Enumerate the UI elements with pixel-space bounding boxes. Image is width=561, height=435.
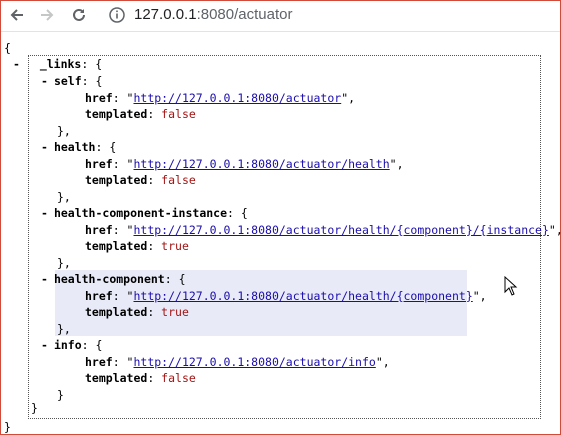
- href-link[interactable]: http://127.0.0.1:8080/actuator/info: [133, 355, 375, 369]
- info-icon[interactable]: [108, 6, 126, 24]
- collapse-toggle[interactable]: -: [41, 206, 48, 220]
- punctuation: ",: [341, 90, 356, 105]
- templated-value: false: [161, 107, 196, 121]
- reload-button[interactable]: [67, 4, 91, 26]
- punctuation: ",: [472, 288, 487, 303]
- entry-key: self: [53, 74, 82, 88]
- collapse-toggle[interactable]: -: [41, 74, 48, 88]
- punctuation: :: [147, 107, 162, 121]
- punctuation: : {: [81, 74, 103, 88]
- punctuation: : {: [95, 140, 117, 154]
- collapse-toggle[interactable]: -: [41, 272, 48, 286]
- href-link[interactable]: http://127.0.0.1:8080/actuator/health/{c…: [133, 223, 548, 237]
- punctuation: :: [147, 173, 162, 187]
- mouse-cursor-icon: [504, 276, 518, 296]
- punctuation: : ": [112, 222, 134, 237]
- templated-value: true: [161, 305, 189, 319]
- punctuation: :: [147, 305, 162, 319]
- back-button[interactable]: [5, 4, 29, 26]
- entry-key: health-component: [53, 272, 165, 286]
- templated-row: templated: false: [85, 172, 196, 188]
- forward-button[interactable]: [35, 4, 59, 26]
- entry-close-brace: },: [57, 189, 71, 204]
- templated-row: templated: true: [85, 238, 189, 254]
- templated-value: false: [161, 173, 196, 187]
- entry-key: info: [53, 338, 82, 352]
- punctuation: : {: [164, 272, 186, 286]
- url-path: :8080/actuator: [196, 6, 293, 23]
- arrow-left-icon: [10, 9, 23, 21]
- entry-close-brace: },: [57, 321, 71, 336]
- punctuation: :: [147, 239, 162, 253]
- collapse-toggle[interactable]: -: [41, 140, 48, 154]
- href-row: href: "http://127.0.0.1:8080/actuator/he…: [85, 156, 404, 172]
- href-key: href: [85, 354, 113, 369]
- links-row: - _links: {: [13, 57, 103, 71]
- punctuation: : ": [112, 90, 134, 105]
- templated-key: templated: [85, 107, 148, 121]
- templated-key: templated: [85, 371, 148, 385]
- entry-close-brace: },: [57, 255, 71, 270]
- href-row: href: "http://127.0.0.1:8080/actuator/he…: [85, 222, 561, 238]
- entry-key-row: - health-component-instance: {: [41, 205, 248, 221]
- href-key: href: [85, 156, 113, 171]
- href-key: href: [85, 222, 113, 237]
- punctuation: ",: [375, 354, 390, 369]
- templated-row: templated: false: [85, 370, 196, 386]
- templated-value: false: [161, 371, 196, 385]
- punctuation: : ": [112, 156, 134, 171]
- href-key: href: [85, 288, 113, 303]
- entry-key-row: - health-component: {: [41, 271, 186, 287]
- entry-close-brace: },: [57, 123, 71, 138]
- href-link[interactable]: http://127.0.0.1:8080/actuator: [133, 91, 341, 105]
- entry-key-row: - self: {: [41, 73, 102, 89]
- href-row: href: "http://127.0.0.1:8080/actuator/he…: [85, 288, 487, 304]
- arrow-right-icon: [41, 9, 54, 21]
- browser-toolbar: 127.0.0.1:8080/actuator: [1, 1, 560, 32]
- punctuation: : ": [112, 354, 134, 369]
- entry-key-row: - health: {: [41, 139, 116, 155]
- entry-key: health-component-instance: [53, 206, 228, 220]
- templated-key: templated: [85, 239, 148, 253]
- root-open-brace: {: [4, 41, 11, 55]
- templated-row: templated: true: [85, 304, 189, 320]
- punctuation: : {: [81, 338, 103, 352]
- root-close-brace: }: [4, 420, 11, 434]
- href-key: href: [85, 90, 113, 105]
- href-row: href: "http://127.0.0.1:8080/actuator",: [85, 90, 355, 106]
- punctuation: ",: [389, 156, 404, 171]
- punctuation: ",: [548, 222, 561, 237]
- href-link[interactable]: http://127.0.0.1:8080/actuator/health: [133, 157, 389, 171]
- entry-close-brace: }: [57, 387, 64, 402]
- templated-value: true: [161, 239, 189, 253]
- links-key: _links: [39, 57, 82, 71]
- templated-key: templated: [85, 305, 148, 319]
- templated-row: templated: false: [85, 106, 196, 122]
- links-close-brace: }: [31, 401, 38, 415]
- collapse-toggle[interactable]: -: [41, 338, 48, 352]
- reload-icon: [73, 8, 85, 21]
- collapse-toggle[interactable]: -: [13, 57, 20, 71]
- url-host: 127.0.0.1: [134, 6, 197, 23]
- entry-key-row: - info: {: [41, 337, 102, 353]
- json-viewer: { } - _links: { - self: {href: "http://12…: [1, 32, 561, 434]
- punctuation: : {: [227, 206, 248, 220]
- punctuation: :: [147, 371, 162, 385]
- href-link[interactable]: http://127.0.0.1:8080/actuator/health/{c…: [133, 289, 472, 303]
- punctuation: : ": [112, 288, 134, 303]
- entry-key: health: [53, 140, 96, 154]
- templated-key: templated: [85, 173, 148, 187]
- address-bar[interactable]: 127.0.0.1:8080/actuator: [134, 6, 292, 24]
- href-row: href: "http://127.0.0.1:8080/actuator/in…: [85, 354, 390, 370]
